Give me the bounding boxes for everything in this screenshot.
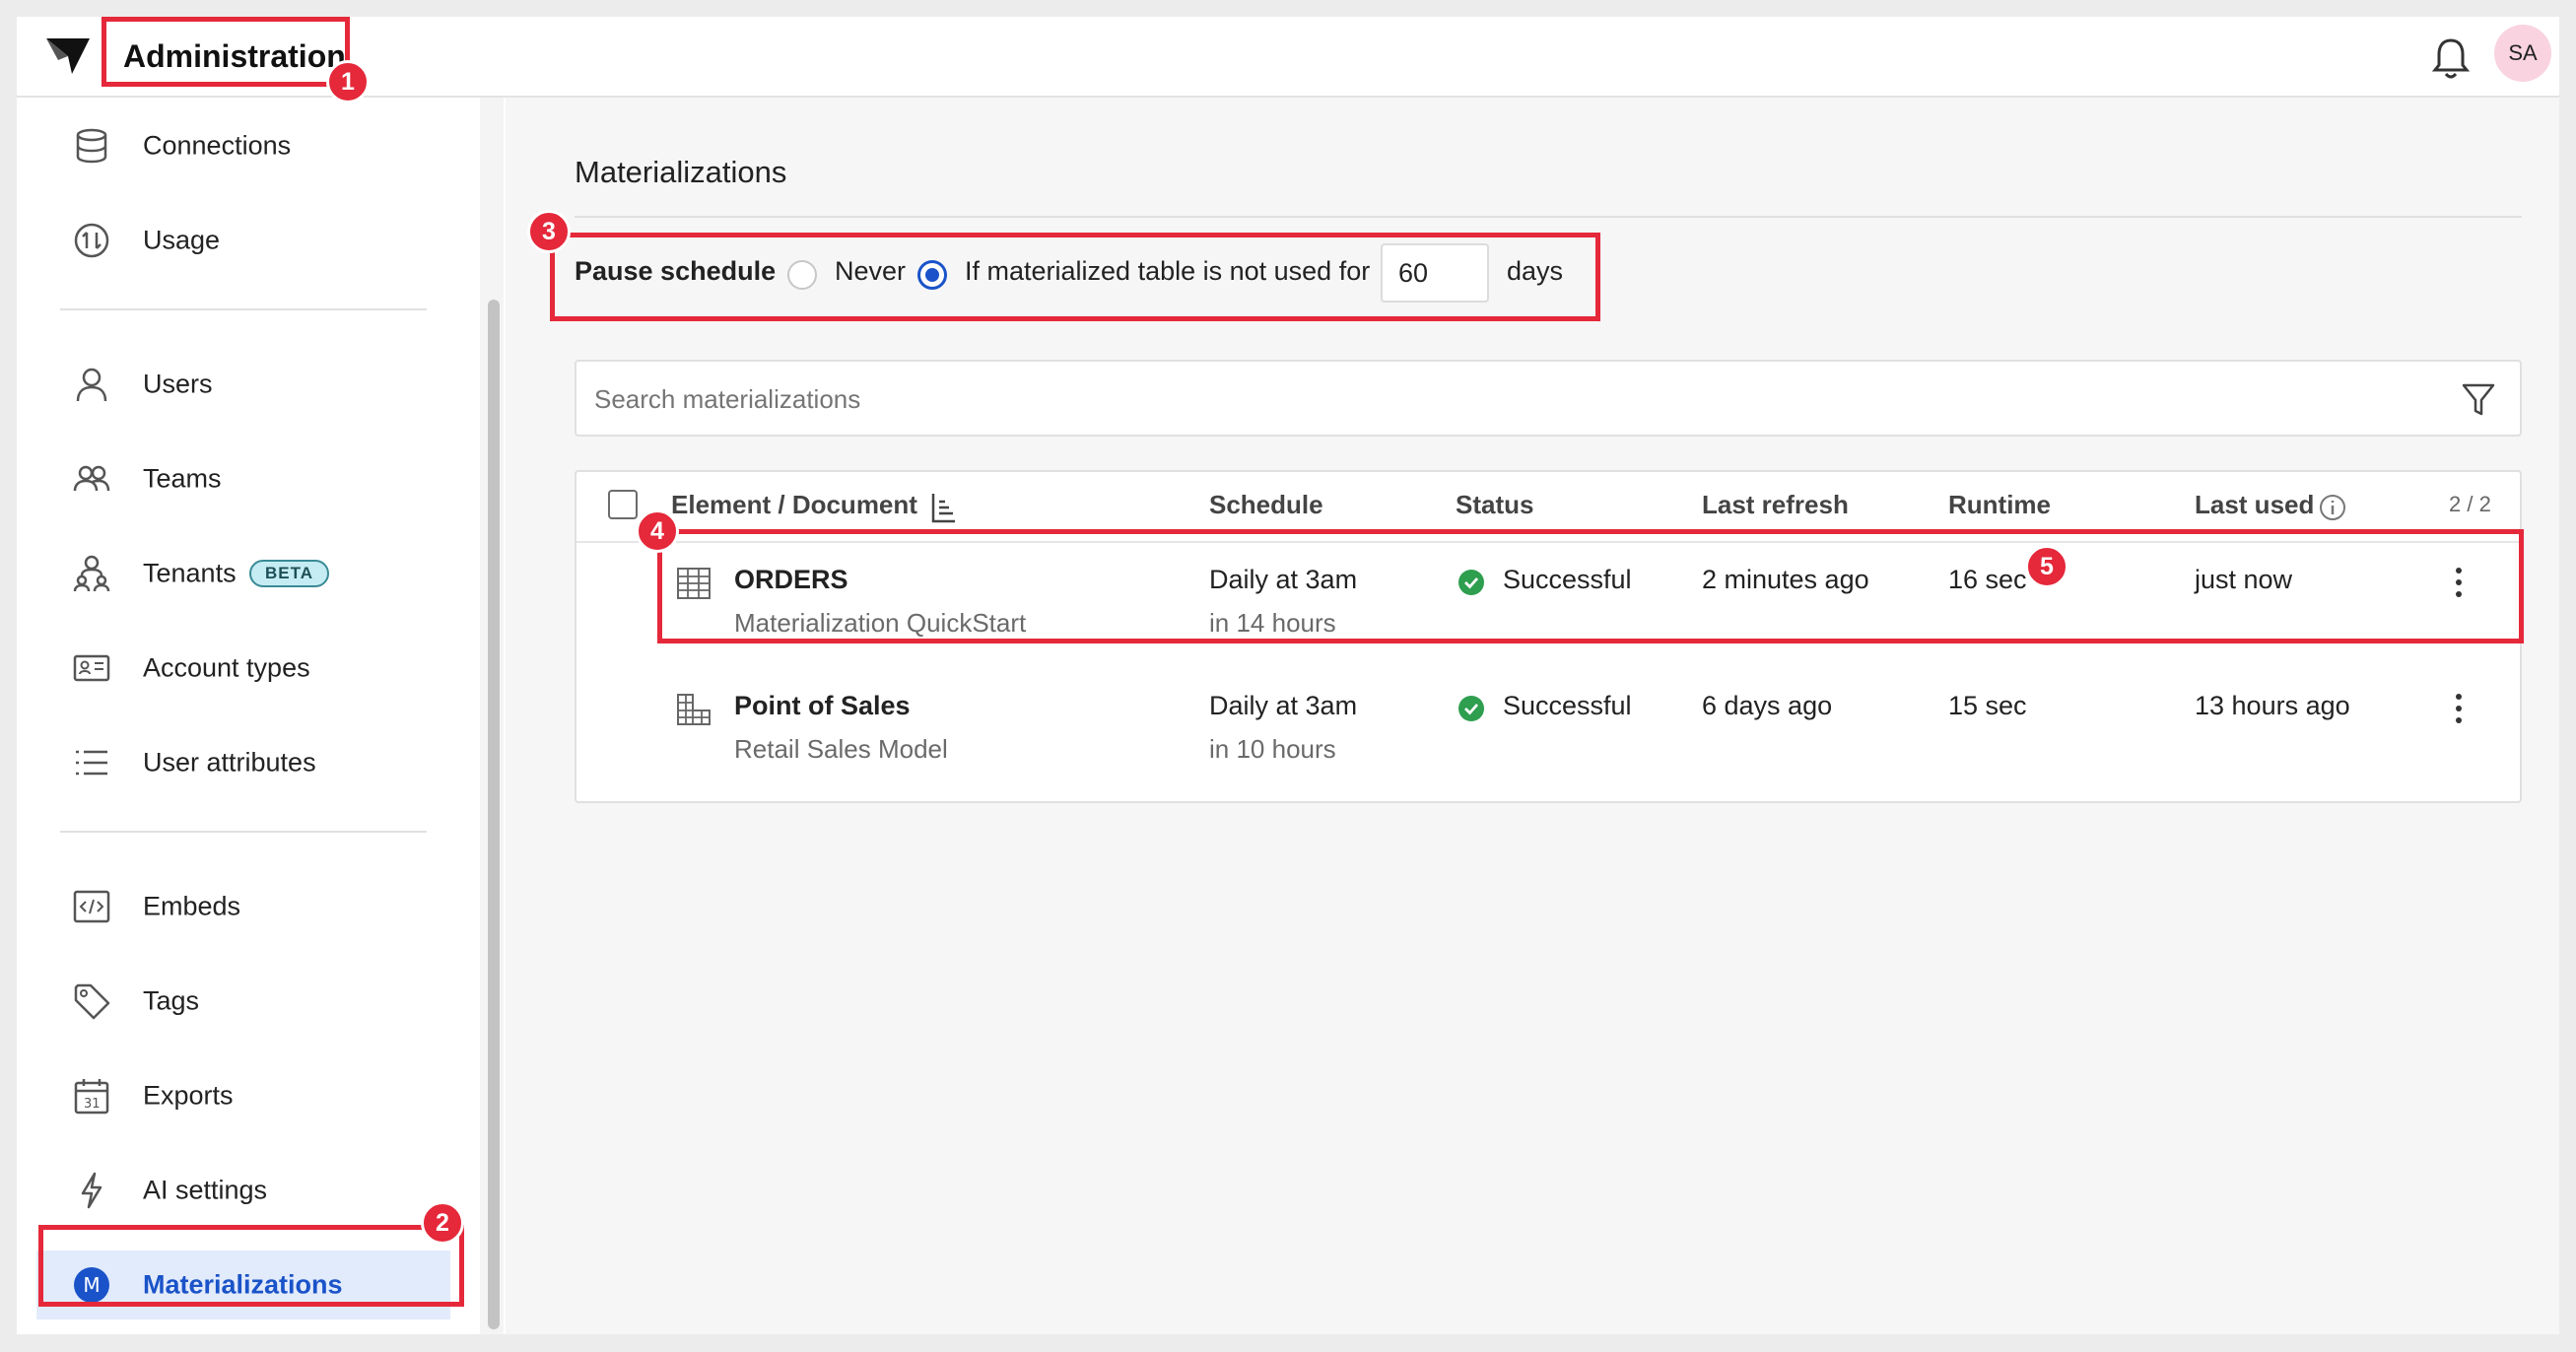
tag-icon (74, 983, 110, 1020)
schedule: Daily at 3am (1209, 691, 1358, 720)
pivot-table-icon (677, 694, 711, 725)
annotation-marker-1: 1 (326, 60, 370, 103)
sidebar-item-teams[interactable]: Teams (36, 444, 450, 513)
sidebar-item-label: Teams (143, 463, 222, 494)
info-icon[interactable] (2319, 494, 2346, 521)
calendar-icon: 31 (74, 1079, 109, 1115)
column-header-runtime[interactable]: Runtime (1948, 490, 2051, 520)
notification-bell-icon[interactable] (2429, 34, 2473, 82)
team-icon (73, 465, 110, 492)
search-input[interactable] (592, 375, 2429, 423)
sidebar-item-connections[interactable]: Connections (36, 111, 450, 180)
usage-icon (74, 223, 109, 258)
annotation-marker-3: 3 (527, 210, 571, 253)
sidebar-item-ai-settings[interactable]: AI settings (36, 1156, 450, 1225)
sidebar-item-label: Users (143, 369, 213, 399)
sidebar-item-label: Embeds (143, 891, 241, 921)
sidebar-divider (60, 831, 427, 833)
last-refresh: 6 days ago (1702, 691, 1833, 720)
sidebar-item-label: AI settings (143, 1175, 268, 1205)
sidebar-item-label: Exports (143, 1080, 234, 1111)
success-check-icon (1458, 696, 1484, 721)
code-icon (73, 890, 110, 923)
sidebar-item-users[interactable]: Users (36, 350, 450, 419)
sidebar-scrollbar-thumb[interactable] (488, 300, 500, 1329)
filter-icon[interactable] (2461, 381, 2496, 419)
next-run: in 10 hours (1209, 734, 1336, 764)
annotation-box-1 (102, 17, 350, 87)
user-avatar[interactable]: SA (2494, 25, 2551, 82)
annotation-box-3 (550, 233, 1600, 321)
document-name: Retail Sales Model (734, 734, 948, 764)
sidebar-item-embeds[interactable]: Embeds (36, 872, 450, 941)
lightning-icon (81, 1172, 102, 1209)
list-icon (76, 750, 107, 776)
sidebar-item-usage[interactable]: Usage (36, 206, 450, 275)
app-window: Administration SA Connections Usage User… (17, 17, 2559, 1334)
last-used: 13 hours ago (2195, 691, 2350, 720)
sidebar: Connections Usage Users Teams Tenants BE… (17, 98, 482, 1334)
column-header-last-refresh[interactable]: Last refresh (1702, 490, 1849, 520)
title-divider (575, 216, 2522, 218)
sidebar-item-exports[interactable]: 31 Exports (36, 1061, 450, 1130)
sidebar-item-label: Tags (143, 985, 200, 1016)
runtime: 15 sec (1948, 691, 2027, 720)
column-header-element[interactable]: Element / Document (671, 490, 917, 520)
sidebar-item-account-types[interactable]: Account types (36, 634, 450, 703)
sidebar-item-tenants[interactable]: Tenants BETA (36, 539, 450, 608)
element-name[interactable]: Point of Sales (734, 691, 911, 721)
status-text: Successful (1503, 691, 1632, 720)
sort-icon[interactable] (929, 492, 957, 523)
tenants-icon (73, 555, 110, 592)
annotation-marker-4: 4 (636, 509, 679, 553)
top-header: Administration SA (17, 17, 2559, 98)
sidebar-item-label: Usage (143, 225, 221, 255)
annotation-marker-5: 5 (2025, 545, 2068, 588)
sidebar-item-user-attributes[interactable]: User attributes (36, 728, 450, 797)
sidebar-item-label: Tenants (143, 558, 237, 588)
search-bar (575, 360, 2522, 437)
sidebar-item-tags[interactable]: Tags (36, 967, 450, 1036)
annotation-box-2 (38, 1225, 464, 1307)
sigma-logo-icon[interactable] (44, 34, 94, 78)
sidebar-item-label: Account types (143, 652, 310, 683)
column-header-schedule[interactable]: Schedule (1209, 490, 1323, 520)
database-icon (76, 128, 107, 164)
sidebar-divider (60, 308, 427, 310)
page-title: Materializations (575, 155, 787, 189)
annotation-marker-2: 2 (421, 1201, 464, 1245)
row-count: 2 / 2 (2449, 492, 2491, 516)
column-header-status[interactable]: Status (1456, 490, 1533, 520)
sidebar-item-label: Connections (143, 130, 292, 161)
beta-badge: BETA (249, 560, 330, 587)
sidebar-item-label: User attributes (143, 747, 316, 777)
column-header-last-used[interactable]: Last used (2195, 490, 2314, 520)
svg-text:31: 31 (84, 1097, 101, 1112)
select-all-checkbox[interactable] (608, 490, 638, 519)
table-row[interactable]: Point of Sales Retail Sales Model Daily … (576, 669, 2520, 795)
id-card-icon (73, 654, 110, 682)
annotation-box-4 (657, 529, 2524, 643)
user-icon (76, 368, 107, 402)
more-options-icon[interactable] (2449, 689, 2469, 728)
